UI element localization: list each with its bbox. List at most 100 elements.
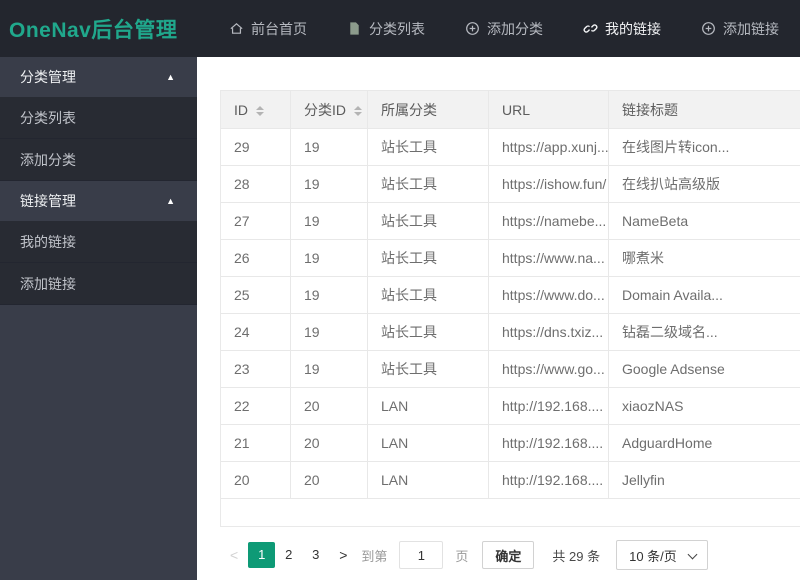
table-cell: 23	[221, 350, 291, 388]
table-cell: https://app.xunj...	[488, 128, 609, 166]
table-cell: https://www.do...	[488, 276, 609, 314]
sidebar-group-label: 分类管理	[20, 69, 76, 85]
table-row: 29 19 站长工具 https://app.xunj... 在线图片转icon...	[221, 128, 800, 166]
table-cell: 在线扒站高级版	[608, 165, 800, 203]
column-header-url: URL	[488, 90, 609, 129]
topnav-item-category-list[interactable]: 分类列表	[327, 0, 445, 57]
top-navigation: 前台首页 分类列表 添加分类 我的链接 添加链接	[209, 0, 799, 57]
table-cell: 25	[221, 276, 291, 314]
add-circle-icon	[701, 21, 716, 36]
table-cell: 21	[221, 424, 291, 462]
table-cell: 20	[290, 424, 368, 462]
sort-arrows-icon[interactable]	[354, 105, 362, 116]
main-content: ID 分类ID 所属分类 URL 链接标题 29 19 站长工具 https:/…	[197, 57, 800, 580]
prev-page-button[interactable]: <	[220, 547, 248, 563]
page-button-3[interactable]: 3	[302, 542, 329, 568]
goto-page-label: 到第	[361, 548, 388, 564]
table-cell: 站长工具	[367, 239, 489, 277]
sidebar-item-add-link[interactable]: 添加链接	[0, 263, 197, 305]
table-cell: http://192.168....	[488, 424, 609, 462]
page-button-2[interactable]: 2	[275, 542, 302, 568]
sidebar: 分类管理 ▲ 分类列表 添加分类 链接管理 ▲ 我的链接 添加链接	[0, 57, 197, 580]
table-cell: Jellyfin	[608, 461, 800, 499]
document-icon	[347, 21, 362, 36]
sidebar-item-label: 添加分类	[20, 151, 76, 168]
table-cell: Google Adsense	[608, 350, 800, 388]
add-circle-icon	[465, 21, 480, 36]
sidebar-item-label: 我的链接	[20, 233, 76, 250]
links-table-wrapper: ID 分类ID 所属分类 URL 链接标题 29 19 站长工具 https:/…	[220, 90, 800, 527]
page-size-value: 10 条/页	[629, 548, 677, 564]
table-cell: 站长工具	[367, 313, 489, 351]
column-header-category: 所属分类	[367, 90, 489, 129]
table-row: 25 19 站长工具 https://www.do... Domain Availa..…	[221, 276, 800, 314]
table-cell: https://www.go...	[488, 350, 609, 388]
sidebar-item-my-links[interactable]: 我的链接	[0, 221, 197, 263]
table-cell: https://dns.txiz...	[488, 313, 609, 351]
table-cell: http://192.168....	[488, 461, 609, 499]
topnav-item-label: 添加链接	[723, 20, 779, 37]
sidebar-group-category-management[interactable]: 分类管理 ▲	[0, 57, 197, 97]
table-cell: https://ishow.fun/	[488, 165, 609, 203]
table-cell: 19	[290, 165, 368, 203]
table-cell: 站长工具	[367, 202, 489, 240]
sidebar-item-label: 添加链接	[20, 275, 76, 292]
table-cell: 20	[290, 461, 368, 499]
sidebar-item-label: 分类列表	[20, 109, 76, 126]
topbar: OneNav后台管理 前台首页 分类列表 添加分类 我的链接 添加链接	[0, 0, 800, 57]
table-cell: https://www.na...	[488, 239, 609, 277]
table-row: 20 20 LAN http://192.168.... Jellyfin	[221, 461, 800, 499]
table-row: 28 19 站长工具 https://ishow.fun/在线扒站高级版	[221, 165, 800, 203]
total-count-label: 共 29 条	[552, 548, 601, 564]
sidebar-group-link-management[interactable]: 链接管理 ▲	[0, 181, 197, 221]
page-size-select[interactable]: 10 条/页	[616, 540, 708, 570]
table-cell: 钻磊二级域名...	[608, 313, 800, 351]
table-row: 24 19 站长工具 https://dns.txiz... 钻磊二级域名...	[221, 313, 800, 351]
column-header-category-id[interactable]: 分类ID	[290, 90, 368, 129]
table-cell: http://192.168....	[488, 387, 609, 425]
chevron-down-icon	[687, 549, 698, 560]
table-cell: xiaozNAS	[608, 387, 800, 425]
topnav-item-add-link[interactable]: 添加链接	[681, 0, 799, 57]
table-cell: 26	[221, 239, 291, 277]
topnav-item-label: 前台首页	[251, 20, 307, 37]
table-cell: 24	[221, 313, 291, 351]
column-header-id[interactable]: ID	[221, 90, 291, 129]
sidebar-item-category-list[interactable]: 分类列表	[0, 97, 197, 139]
table-cell: 站长工具	[367, 350, 489, 388]
table-cell: 20	[290, 387, 368, 425]
topnav-item-label: 添加分类	[487, 20, 543, 37]
topnav-item-home[interactable]: 前台首页	[209, 0, 327, 57]
triangle-up-icon: ▲	[166, 72, 175, 82]
sidebar-group-label: 链接管理	[20, 193, 76, 209]
sidebar-item-add-category[interactable]: 添加分类	[0, 139, 197, 181]
table-cell: 19	[290, 239, 368, 277]
table-cell: 站长工具	[367, 165, 489, 203]
sidebar-filler	[0, 305, 197, 580]
table-cell: 站长工具	[367, 276, 489, 314]
next-page-button[interactable]: >	[329, 547, 357, 563]
table-cell: NameBeta	[608, 202, 800, 240]
page-button-1[interactable]: 1	[248, 542, 276, 568]
table-cell: LAN	[367, 461, 489, 499]
table-header-row: ID 分类ID 所属分类 URL 链接标题	[221, 90, 800, 129]
column-header-title: 链接标题	[608, 90, 800, 129]
table-row: 23 19 站长工具 https://www.go... Google Adsense	[221, 350, 800, 388]
page-unit-label: 页	[455, 548, 469, 564]
table-cell: 22	[221, 387, 291, 425]
table-cell: 在线图片转icon...	[608, 128, 800, 166]
table-cell: 19	[290, 128, 368, 166]
table-cell: LAN	[367, 424, 489, 462]
goto-page-input[interactable]	[399, 541, 444, 569]
topnav-item-add-category[interactable]: 添加分类	[445, 0, 563, 57]
table-cell: LAN	[367, 387, 489, 425]
confirm-button[interactable]: 确定	[482, 541, 535, 569]
home-icon	[229, 21, 244, 36]
triangle-up-icon: ▲	[166, 196, 175, 206]
table-cell: Domain Availa...	[608, 276, 800, 314]
topnav-item-label: 分类列表	[369, 20, 425, 37]
table-row: 27 19 站长工具 https://namebe... NameBeta	[221, 202, 800, 240]
topnav-item-my-links[interactable]: 我的链接	[563, 0, 681, 57]
sort-arrows-icon[interactable]	[256, 105, 264, 116]
table-cell: 19	[290, 313, 368, 351]
